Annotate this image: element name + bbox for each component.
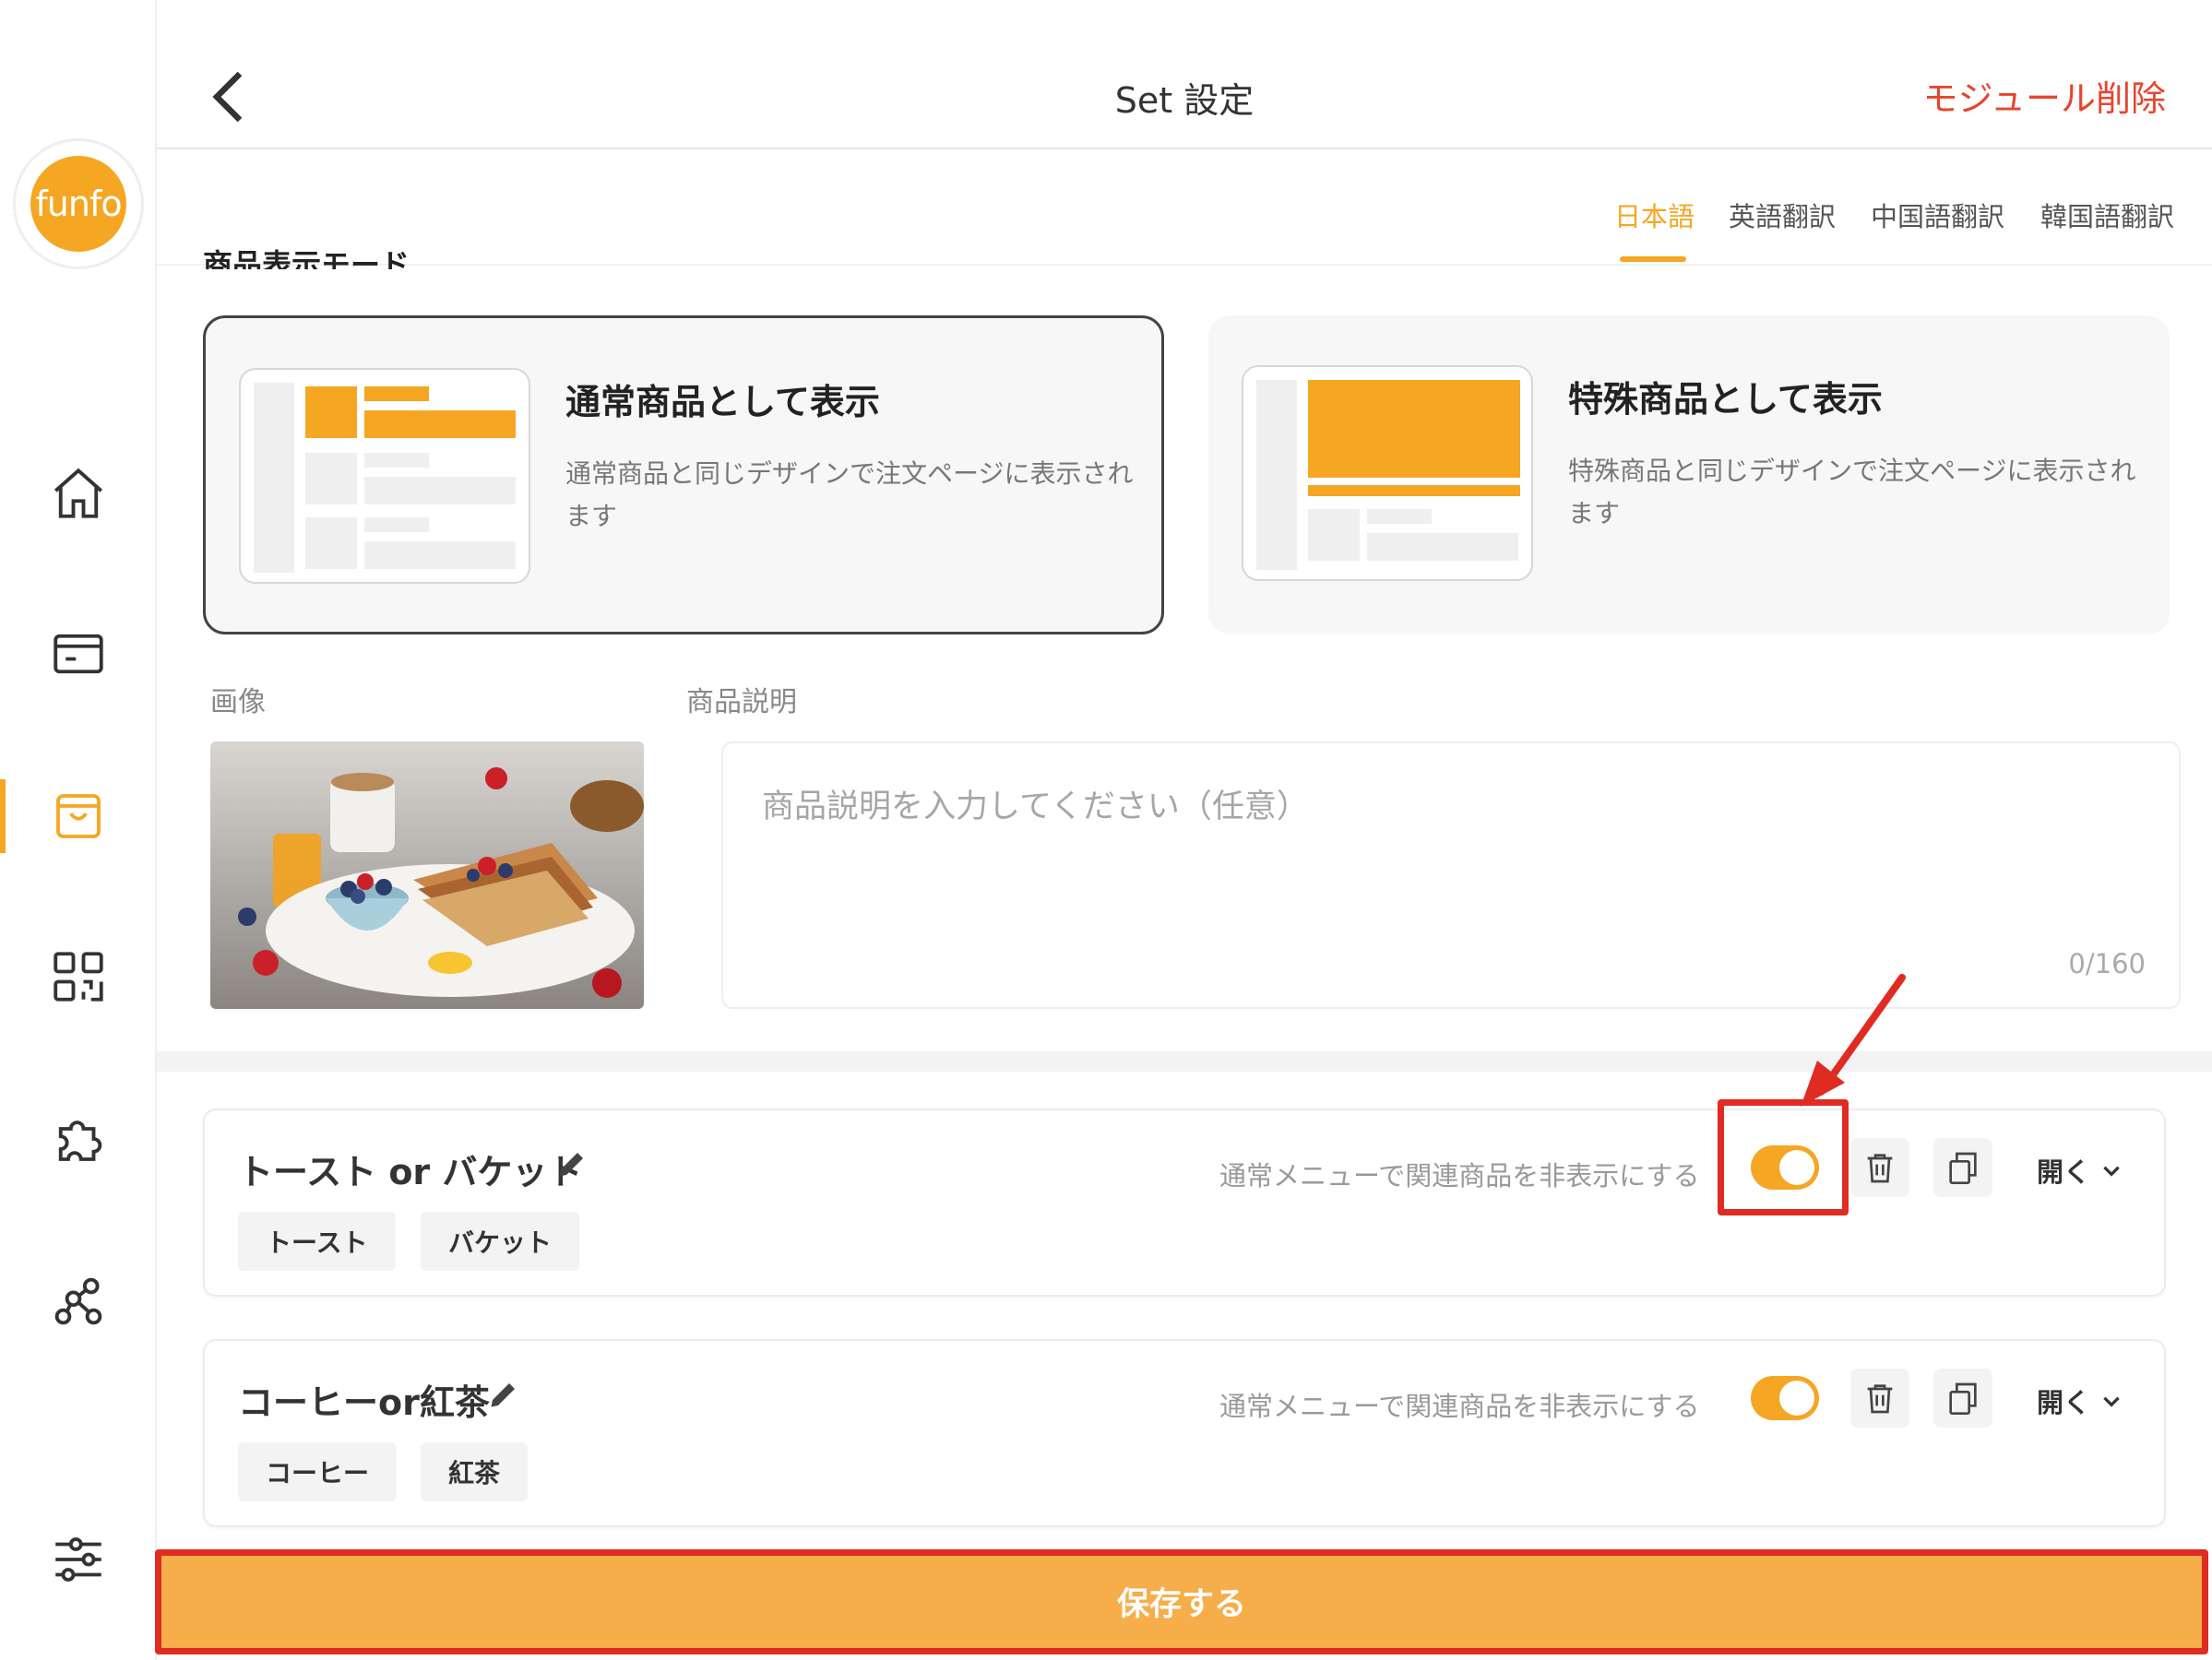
tab-korean[interactable]: 韓国語翻訳 [2040, 196, 2174, 234]
copy-icon [1949, 1152, 1977, 1184]
section-heading: 商品表示モード [203, 247, 410, 269]
active-tab-underline [1620, 256, 1686, 262]
chevron-down-icon [2103, 1166, 2120, 1177]
hide-related-label: 通常メニューで関連商品を非表示にする [1219, 1391, 1700, 1422]
qr-code-icon [54, 952, 103, 1002]
option-group-card: トースト or バケット 通常メニューで関連商品を非表示にする 開く トースト … [203, 1109, 2166, 1297]
mode-title: 特殊商品として表示 [1568, 379, 1883, 420]
mode-card-special[interactable]: 特殊商品として表示 特殊商品と同じデザインで注文ページに表示されます [1208, 315, 2170, 634]
hide-related-toggle[interactable] [1751, 1376, 1819, 1420]
copy-group-button[interactable] [1933, 1138, 1992, 1197]
tab-english[interactable]: 英語翻訳 [1729, 196, 1836, 234]
network-icon [54, 1277, 102, 1325]
logo-text: funfo [30, 156, 126, 252]
open-label: 開く [2037, 1156, 2091, 1188]
mode-title: 通常商品として表示 [565, 382, 880, 422]
annotation-arrow-icon [1801, 974, 1906, 1107]
tab-chinese[interactable]: 中国語翻訳 [1871, 196, 2004, 234]
option-chip: バケット [421, 1212, 580, 1271]
sidebar-item-integrations[interactable] [0, 1251, 157, 1352]
sidebar-item-home[interactable] [0, 443, 157, 544]
hide-related-label: 通常メニューで関連商品を非表示にする [1219, 1160, 1700, 1192]
option-group-card: コーヒーor紅茶 通常メニューで関連商品を非表示にする 開く コーヒー 紅茶 [203, 1339, 2166, 1527]
page-title: Set 設定 [1114, 80, 1255, 121]
image-label: 画像 [210, 686, 266, 718]
character-counter: 0/160 [2068, 948, 2146, 979]
mode-description: 通常商品と同じデザインで注文ページに表示されます [565, 458, 1134, 531]
sidebar-item-plugins[interactable] [0, 1088, 157, 1190]
option-chip: トースト [238, 1212, 396, 1271]
delete-module-button[interactable]: モジュール削除 [1923, 70, 2166, 121]
group-title: トースト or バケット [238, 1152, 583, 1192]
language-tabs: 日本語 英語翻訳 中国語翻訳 韓国語翻訳 [157, 149, 2212, 266]
description-placeholder: 商品説明を入力してください（任意） [762, 788, 1309, 825]
trash-icon [1867, 1154, 1893, 1183]
copy-group-button[interactable] [1933, 1369, 1992, 1428]
toggle-knob [1779, 1381, 1814, 1416]
delete-group-button[interactable] [1850, 1138, 1909, 1197]
delete-group-button[interactable] [1850, 1369, 1909, 1428]
open-label: 開く [2037, 1387, 2091, 1418]
group-title: コーヒーor紅茶 [238, 1382, 490, 1423]
expand-group-button[interactable]: 開く [2037, 1151, 2123, 1190]
annotation-save-highlight [155, 1549, 2208, 1654]
mode-description: 特殊商品と同じデザインで注文ページに表示されます [1568, 456, 2136, 528]
copy-icon [1949, 1382, 1977, 1415]
product-image[interactable] [210, 741, 644, 1009]
pencil-icon[interactable] [487, 1378, 520, 1411]
special-layout-thumbnail [1242, 365, 1533, 581]
sliders-icon [55, 1537, 101, 1582]
trash-icon [1867, 1384, 1893, 1414]
sidebar-item-orders[interactable] [0, 603, 157, 705]
annotation-toggle-highlight [1718, 1099, 1849, 1215]
description-textarea[interactable]: 商品説明を入力してください（任意） 0/160 [721, 741, 2181, 1009]
card-icon [54, 634, 103, 674]
shopping-bag-icon [56, 794, 101, 838]
sidebar: funfo [0, 0, 157, 1660]
sidebar-item-qr[interactable] [0, 926, 157, 1027]
normal-layout-thumbnail [239, 368, 530, 584]
chevron-down-icon [2103, 1396, 2120, 1407]
tab-japanese[interactable]: 日本語 [1614, 196, 1695, 234]
description-label: 商品説明 [686, 686, 797, 718]
pencil-icon[interactable] [555, 1147, 589, 1180]
brand-logo: funfo [13, 138, 144, 269]
puzzle-icon [58, 1120, 102, 1161]
sidebar-item-settings[interactable] [0, 1509, 157, 1610]
expand-group-button[interactable]: 開く [2037, 1381, 2123, 1420]
mode-card-normal[interactable]: 通常商品として表示 通常商品と同じデザインで注文ページに表示されます [203, 315, 1164, 634]
sidebar-item-products[interactable] [0, 765, 157, 867]
option-chip: コーヒー [238, 1442, 398, 1501]
page-header: Set 設定 モジュール削除 [157, 0, 2212, 149]
home-icon [54, 468, 103, 518]
option-chip: 紅茶 [421, 1442, 529, 1501]
